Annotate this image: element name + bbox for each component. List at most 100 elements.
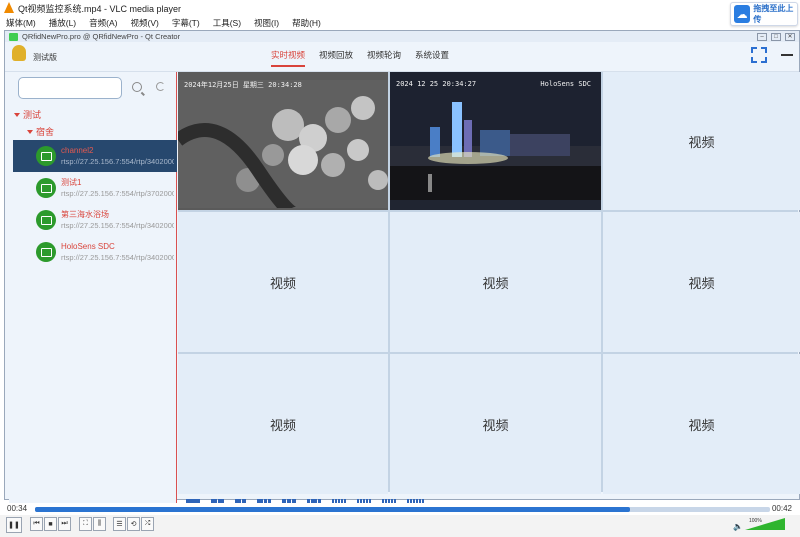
channel-url: rtsp://27.25.156.7:554/rtp/34020000 xyxy=(61,157,174,166)
channel-item[interactable]: 测试1 rtsp://27.25.156.7:554/rtp/37020000 xyxy=(13,172,177,204)
fullscreen-icon: ⛶ xyxy=(83,520,88,527)
menu-audio[interactable]: 音频(A) xyxy=(89,17,117,29)
tab-live-video[interactable]: 实时视频 xyxy=(271,49,306,67)
stop-icon: ■ xyxy=(48,520,53,528)
channel-item[interactable]: 第三海水浴场 rtsp://27.25.156.7:554/rtp/340200… xyxy=(13,204,177,236)
menu-icon[interactable] xyxy=(781,54,793,56)
channel-name: 测试1 xyxy=(61,178,82,187)
speaker-icon[interactable]: 🔈 xyxy=(733,522,743,531)
previous-icon: ⏮ xyxy=(33,520,40,527)
channel-url: rtsp://27.25.156.7:554/rtp/34020000 xyxy=(61,253,174,262)
refresh-icon[interactable] xyxy=(156,82,165,91)
previous-button[interactable]: ⏮ xyxy=(30,517,43,531)
vlc-window-title: Qt视频监控系统.mp4 - VLC media player xyxy=(18,3,182,14)
playlist-button[interactable]: ☰ xyxy=(113,517,126,531)
expand-icon[interactable] xyxy=(751,47,767,63)
feed-osd-brand: HoloSens SDC xyxy=(540,80,591,88)
extended-settings-button[interactable]: ⫼ xyxy=(93,517,106,531)
video-placeholder-label: 视频 xyxy=(482,275,509,291)
playlist-icon: ☰ xyxy=(116,521,123,528)
shuffle-icon: ⤮ xyxy=(144,520,151,527)
video-cell-empty[interactable]: 视频 xyxy=(390,354,601,494)
upload-badge[interactable]: ☁ 拖拽至此上传 xyxy=(730,2,798,26)
camera-icon xyxy=(36,210,56,230)
menu-tools[interactable]: 工具(S) xyxy=(213,17,241,29)
upload-badge-label: 拖拽至此上传 xyxy=(753,4,794,24)
video-cell-feed-1[interactable]: 2024年12月25日 星期三 20:34:28 xyxy=(178,72,388,210)
video-placeholder-label: 视频 xyxy=(482,417,509,433)
channel-name: channel2 xyxy=(61,146,94,155)
seek-progress xyxy=(35,507,631,512)
tab-polling[interactable]: 视频轮询 xyxy=(367,49,401,67)
device-sidebar: 测试 宿舍 channel2 rtsp://27.25.156.7:554/rt… xyxy=(9,72,177,506)
video-cell-feed-2[interactable]: 2024 12 25 20:34:27 HoloSens SDC xyxy=(390,72,601,210)
qt-close-button[interactable]: ✕ xyxy=(785,32,795,41)
video-placeholder-label: 视频 xyxy=(688,275,715,291)
tree-node-label: 测试 xyxy=(23,110,42,120)
search-icon[interactable] xyxy=(132,82,142,92)
channel-url: rtsp://27.25.156.7:554/rtp/34020000 xyxy=(61,221,174,230)
bubbles-feed-image xyxy=(178,80,388,208)
tree-node-root[interactable]: 测试 xyxy=(14,108,41,121)
video-cell-empty[interactable]: 视频 xyxy=(603,212,800,352)
menu-media[interactable]: 媒体(M) xyxy=(6,17,36,29)
tree-node-label: 宿舍 xyxy=(36,127,55,137)
shuffle-button[interactable]: ⤮ xyxy=(141,517,154,531)
qt-minimize-button[interactable]: – xyxy=(757,32,767,41)
menu-subtitle[interactable]: 字幕(T) xyxy=(172,17,200,29)
fullscreen-button[interactable]: ⛶ xyxy=(79,517,92,531)
camera-icon xyxy=(36,242,56,262)
menu-view[interactable]: 视图(I) xyxy=(254,17,279,29)
vlc-cone-icon xyxy=(4,2,14,14)
channel-url: rtsp://27.25.156.7:554/rtp/37020000 xyxy=(61,189,174,198)
menu-playback[interactable]: 播放(L) xyxy=(49,17,76,29)
stop-button[interactable]: ■ xyxy=(44,517,57,531)
video-cell-empty[interactable]: 视频 xyxy=(178,212,388,352)
tab-system-settings[interactable]: 系统设置 xyxy=(415,49,449,67)
video-cell-empty[interactable]: 视频 xyxy=(390,212,601,352)
channel-name: 第三海水浴场 xyxy=(61,210,109,219)
seek-slider[interactable] xyxy=(35,507,770,512)
video-cell-empty[interactable]: 视频 xyxy=(603,72,800,210)
camera-icon xyxy=(36,178,56,198)
tab-playback[interactable]: 视频回放 xyxy=(319,49,353,67)
pause-button[interactable]: ❚❚ xyxy=(6,517,22,533)
menu-video[interactable]: 视频(V) xyxy=(130,17,158,29)
video-cell-empty[interactable]: 视频 xyxy=(178,354,388,494)
video-cell-empty[interactable]: 视频 xyxy=(603,354,800,494)
cloud-upload-icon: ☁ xyxy=(734,5,751,23)
city-night-feed-image xyxy=(390,72,601,200)
channel-item[interactable]: channel2 rtsp://27.25.156.7:554/rtp/3402… xyxy=(13,140,177,172)
loop-button[interactable]: ⟲ xyxy=(127,517,140,531)
next-icon: ⏭ xyxy=(61,520,68,527)
video-placeholder-label: 视频 xyxy=(269,417,296,433)
feed-osd-timestamp: 2024年12月25日 星期三 20:34:28 xyxy=(184,81,302,89)
channel-name: HoloSens SDC xyxy=(61,242,115,251)
sliders-icon: ⫼ xyxy=(97,520,102,527)
time-elapsed: 00:34 xyxy=(7,504,28,513)
chevron-down-icon xyxy=(27,129,33,134)
menu-help[interactable]: 帮助(H) xyxy=(292,17,321,29)
app-logo-icon xyxy=(12,45,26,61)
qt-title-bar: QRfidNewPro.pro @ QRfidNewPro - Qt Creat… xyxy=(5,31,799,42)
channel-item[interactable]: HoloSens SDC rtsp://27.25.156.7:554/rtp/… xyxy=(13,236,177,268)
vlc-title-bar: Qt视频监控系统.mp4 - VLC media player xyxy=(0,0,800,16)
volume-level: 100% xyxy=(749,518,762,524)
app-header: 测试版 实时视频 视频回放 视频轮询 系统设置 xyxy=(5,42,799,72)
qt-window-title: QRfidNewPro.pro @ QRfidNewPro - Qt Creat… xyxy=(22,32,181,41)
tree-node-group[interactable]: 宿舍 xyxy=(27,125,54,138)
chevron-down-icon xyxy=(14,112,20,117)
pause-icon: ❚❚ xyxy=(8,522,20,529)
video-placeholder-label: 视频 xyxy=(269,275,296,291)
feed-osd-timestamp: 2024 12 25 20:34:27 xyxy=(396,80,477,88)
next-button[interactable]: ⏭ xyxy=(58,517,71,531)
search-input[interactable] xyxy=(18,77,122,99)
video-grid: 2024年12月25日 星期三 20:34:28 2024 12 25 20:3… xyxy=(178,72,800,494)
loop-icon: ⟲ xyxy=(130,521,137,528)
qt-logo-icon xyxy=(9,32,18,41)
vlc-menu-bar: 媒体(M) 播放(L) 音频(A) 视频(V) 字幕(T) 工具(S) 视图(I… xyxy=(0,16,800,29)
qt-maximize-button[interactable]: □ xyxy=(771,32,781,41)
video-placeholder-label: 视频 xyxy=(688,417,715,433)
camera-icon xyxy=(36,146,56,166)
app-name: 测试版 xyxy=(33,53,57,62)
